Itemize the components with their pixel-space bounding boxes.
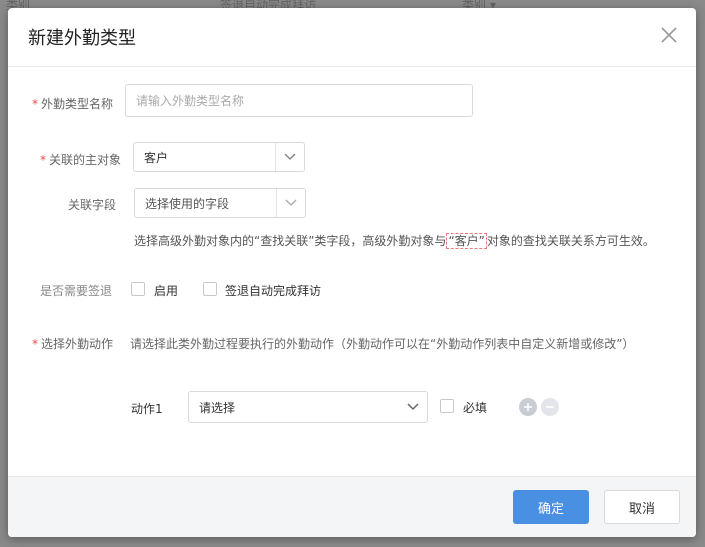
required-mark: *: [40, 153, 46, 167]
actions-description: 请选择此类外勤过程要执行的外勤动作（外勤动作可以在“外勤动作列表中自定义新增或修…: [130, 337, 635, 351]
auto-complete-label: 签退自动完成拜访: [225, 284, 322, 298]
confirm-button[interactable]: 确定: [513, 490, 589, 524]
main-object-label: * 关联的主对象: [40, 151, 121, 168]
hint-text: 选择高级外勤对象内的“查找关联”类字段，高级外勤对象与: [134, 234, 447, 248]
close-button[interactable]: [656, 22, 682, 48]
hint-highlight: “客户”: [446, 233, 487, 249]
dialog-footer: 确定 取消: [8, 476, 696, 537]
remove-action-button[interactable]: [541, 398, 559, 416]
main-object-label-text: 关联的主对象: [49, 153, 122, 167]
chevron-down-icon: [399, 392, 427, 422]
main-object-value: 客户: [144, 150, 169, 165]
plus-icon: [524, 403, 532, 411]
related-field-hint: 选择高级外勤对象内的“查找关联”类字段，高级外勤对象与 “客户” 对象的查找关联关系…: [134, 232, 655, 249]
actions-label-text: 选择外勤动作: [41, 337, 114, 351]
action1-select[interactable]: 请选择: [188, 391, 428, 423]
auto-complete-checkbox[interactable]: [203, 282, 217, 296]
enable-label: 启用: [154, 284, 179, 298]
main-object-select[interactable]: 客户: [133, 142, 305, 172]
action1-required-label: 必填: [463, 401, 488, 415]
type-name-label: * 外勤类型名称: [32, 95, 113, 112]
type-name-input[interactable]: [125, 84, 473, 117]
action1-required-checkbox[interactable]: [440, 399, 454, 413]
add-action-button[interactable]: [519, 398, 537, 416]
related-field-select[interactable]: 选择使用的字段: [134, 188, 306, 218]
close-icon: [661, 27, 677, 43]
related-field-value: 选择使用的字段: [145, 196, 230, 211]
action1-label: 动作1: [131, 402, 163, 416]
dialog-title: 新建外勤类型: [28, 28, 136, 49]
dialog-header: 新建外勤类型: [8, 8, 696, 67]
new-field-type-dialog: 新建外勤类型 *外勤类型名称 *关联的主对象 客户 关联字段 选择使用的字段 选…: [8, 8, 696, 537]
cancel-button[interactable]: 取消: [604, 490, 680, 524]
related-field-label: 关联字段: [68, 198, 117, 212]
action1-value: 请选择: [199, 400, 236, 415]
required-mark: *: [32, 337, 38, 351]
type-name-label-text: 外勤类型名称: [41, 97, 114, 111]
minus-icon: [546, 406, 554, 408]
chevron-down-icon: [275, 143, 304, 171]
enable-checkbox[interactable]: [131, 282, 145, 296]
actions-label: * 选择外勤动作: [32, 335, 113, 352]
required-mark: *: [32, 97, 38, 111]
checkout-label: 是否需要签退: [40, 284, 113, 298]
hint-text-end: 对象的查找关联关系方可生效。: [486, 234, 655, 248]
chevron-down-icon: [276, 189, 305, 217]
